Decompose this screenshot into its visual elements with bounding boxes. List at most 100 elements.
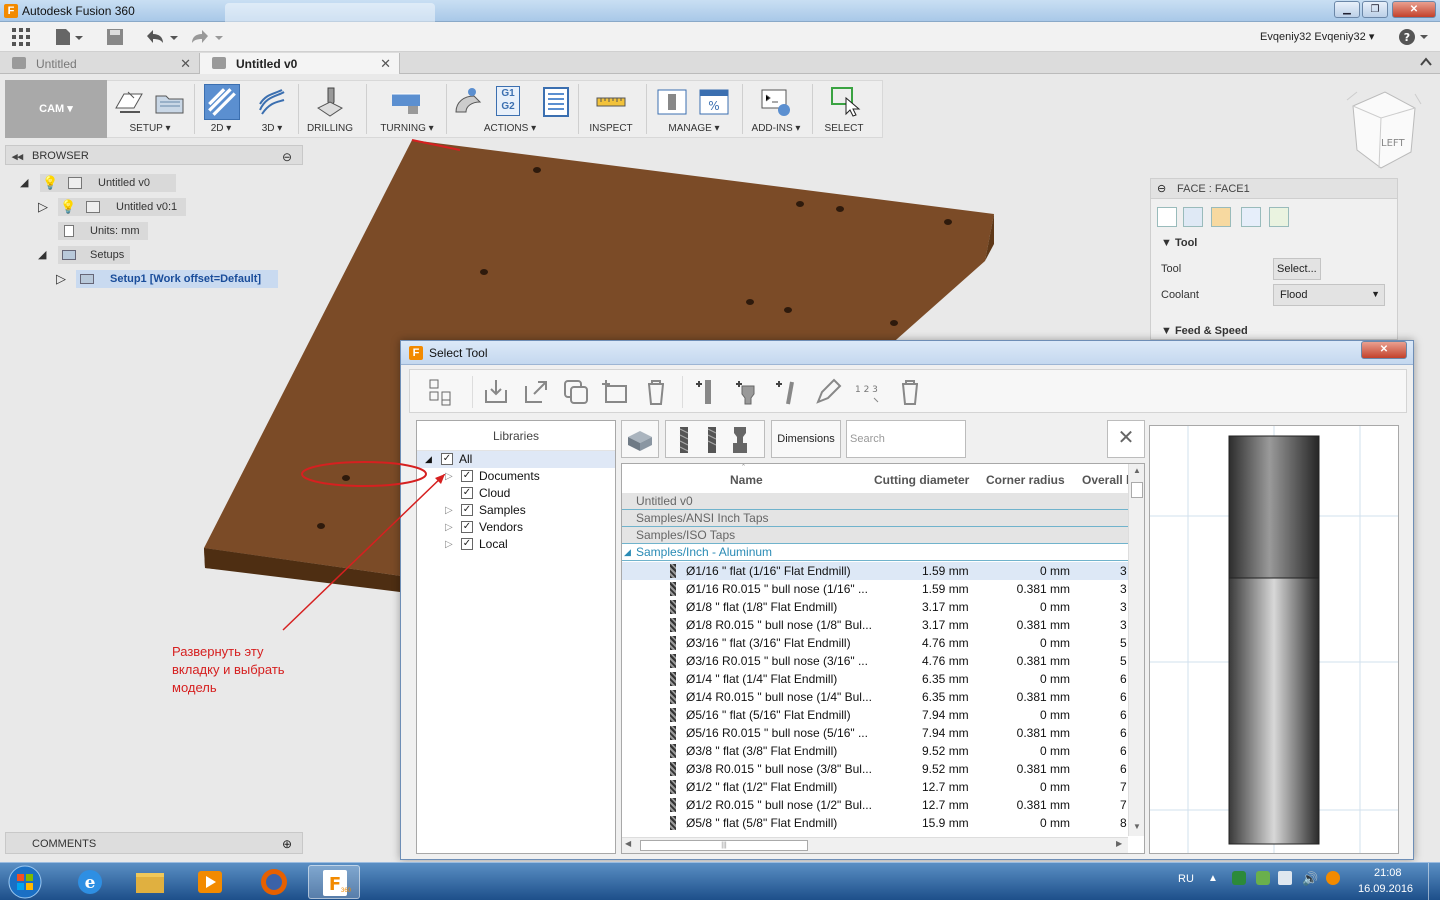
- column-header-name[interactable]: Name: [730, 464, 763, 492]
- file-menu-icon[interactable]: [55, 28, 83, 46]
- taskbar-explorer[interactable]: [124, 865, 176, 899]
- tool-select-button[interactable]: Select...: [1273, 258, 1321, 280]
- tool-search-input[interactable]: Search: [846, 420, 966, 458]
- user-account-menu[interactable]: Evqeniy32 Evqeniy32 ▾: [1260, 30, 1374, 43]
- tool-row[interactable]: Ø3/16 " flat (3/16" Flat Endmill) 4.76 mm…: [622, 634, 1128, 652]
- expand-arrow-icon[interactable]: ▷: [56, 270, 66, 288]
- lightbulb-icon[interactable]: 💡: [60, 198, 76, 216]
- tab-passes-icon[interactable]: [1241, 207, 1261, 227]
- vertical-scroll-thumb[interactable]: [1131, 482, 1143, 498]
- workspace-switcher-cam[interactable]: CAM ▾: [5, 80, 107, 138]
- column-header-cutting-diameter[interactable]: Cutting diameter: [874, 464, 969, 492]
- ribbon-group-drilling[interactable]: DRILLING: [302, 80, 358, 138]
- filter-solid-type-icon[interactable]: [621, 420, 659, 458]
- tool-row[interactable]: Ø3/8 " flat (3/8" Flat Endmill) 9.52 mm 0 …: [622, 742, 1128, 760]
- tool-row[interactable]: Ø1/4 R0.015 " bull nose (1/4" Bul... 6.35…: [622, 688, 1128, 706]
- expand-arrow-icon[interactable]: ◢: [20, 174, 28, 192]
- tab-untitled[interactable]: Untitled ✕: [0, 53, 200, 74]
- tool-row[interactable]: Ø5/16 " flat (5/16" Flat Endmill) 7.94 mm…: [622, 706, 1128, 724]
- vertical-scrollbar[interactable]: ▲ ▼: [1128, 464, 1144, 836]
- filter-dimensions-button[interactable]: Dimensions: [771, 420, 841, 458]
- ribbon-group-turning[interactable]: TURNING ▾: [372, 80, 442, 138]
- clock-time[interactable]: 21:08: [1374, 867, 1402, 879]
- horizontal-scrollbar[interactable]: ◀ ||| ▶: [622, 837, 1128, 853]
- ribbon-group-manage[interactable]: % MANAGE ▾: [650, 80, 738, 138]
- tool-row[interactable]: Ø1/2 R0.015 " bull nose (1/2" Bul... 12.7…: [622, 796, 1128, 814]
- volume-icon[interactable]: 🔊: [1302, 871, 1318, 887]
- window-close-button[interactable]: ✕: [1392, 1, 1436, 18]
- language-indicator[interactable]: RU: [1178, 873, 1194, 885]
- tool-row[interactable]: Ø5/8 " flat (5/8" Flat Endmill) 15.9 mm 0 …: [622, 814, 1128, 832]
- new-holder-icon[interactable]: [734, 378, 762, 406]
- scroll-left-icon[interactable]: ◀: [625, 839, 631, 848]
- tab-tool-icon[interactable]: [1157, 207, 1177, 227]
- tool-row[interactable]: Ø3/16 R0.015 " bull nose (3/16" ... 4.76 …: [622, 652, 1128, 670]
- tab-close-icon[interactable]: ✕: [380, 56, 391, 72]
- scroll-up-icon[interactable]: ▲: [1133, 466, 1141, 475]
- tool-row[interactable]: Ø1/4 " flat (1/4" Flat Endmill) 6.35 mm 0 …: [622, 670, 1128, 688]
- ribbon-group-2d[interactable]: 2D ▾: [200, 80, 242, 138]
- background-window-tab[interactable]: [225, 3, 435, 22]
- ribbon-group-select[interactable]: SELECT: [816, 80, 872, 138]
- tool-row[interactable]: Ø5/16 R0.015 " bull nose (5/16" ... 7.94 …: [622, 724, 1128, 742]
- lightbulb-icon[interactable]: 💡: [42, 174, 58, 192]
- tab-heights-icon[interactable]: [1211, 207, 1231, 227]
- scroll-down-icon[interactable]: ▼: [1133, 822, 1141, 831]
- ribbon-group-setup[interactable]: SETUP ▾: [110, 80, 190, 138]
- browser-collapse-icon[interactable]: ◂◂: [12, 150, 23, 163]
- delete-library-icon[interactable]: [642, 378, 670, 406]
- tool-group-inch-aluminum[interactable]: ◢ Samples/Inch - Aluminum: [622, 544, 1128, 561]
- clock-date[interactable]: 16.09.2016: [1358, 883, 1413, 895]
- section-feed-header[interactable]: ▼ Feed & Speed: [1161, 325, 1248, 337]
- tab-linking-icon[interactable]: [1269, 207, 1289, 227]
- update-tray-icon[interactable]: [1256, 871, 1270, 885]
- data-panel-grid-icon[interactable]: [12, 28, 30, 46]
- tool-row[interactable]: Ø1/2 " flat (1/2" Flat Endmill) 12.7 mm 0 …: [622, 778, 1128, 796]
- start-button-icon[interactable]: [6, 865, 44, 899]
- tool-row[interactable]: Ø1/8 " flat (1/8" Flat Endmill) 3.17 mm 0 …: [622, 598, 1128, 616]
- help-icon[interactable]: ?: [1398, 28, 1430, 46]
- collapse-panel-icon[interactable]: ⊖: [1157, 182, 1166, 195]
- new-mill-tool-icon[interactable]: [694, 378, 722, 406]
- taskbar-fusion360[interactable]: F 360: [308, 865, 360, 899]
- new-library-icon[interactable]: [602, 378, 630, 406]
- edit-tool-icon[interactable]: [814, 378, 842, 406]
- tool-row[interactable]: Ø1/16 " flat (1/16" Flat Endmill) 1.59 mm…: [622, 562, 1128, 580]
- tab-untitled-v0[interactable]: Untitled v0 ✕: [200, 53, 400, 74]
- tray-app-icon[interactable]: [1326, 871, 1340, 885]
- collapse-up-icon[interactable]: [1420, 57, 1432, 67]
- tool-group-iso-taps[interactable]: Samples/ISO Taps: [622, 527, 1128, 544]
- dialog-close-button[interactable]: ✕: [1361, 341, 1407, 359]
- taskbar-ie[interactable]: e: [64, 865, 116, 899]
- action-center-icon[interactable]: [1278, 871, 1292, 885]
- new-turning-tool-icon[interactable]: [774, 378, 802, 406]
- section-tool-header[interactable]: ▼ Tool: [1161, 237, 1197, 249]
- security-tray-icon[interactable]: [1232, 871, 1246, 885]
- clear-filter-button[interactable]: ✕: [1107, 420, 1145, 458]
- expand-arrow-icon[interactable]: ◢: [624, 544, 631, 561]
- column-header-overall-length[interactable]: Overall l: [1082, 464, 1129, 492]
- taskbar-firefox[interactable]: [248, 865, 300, 899]
- ribbon-group-3d[interactable]: 3D ▾: [252, 80, 292, 138]
- renumber-tools-icon[interactable]: 1 2 3: [854, 378, 882, 406]
- scroll-right-icon[interactable]: ▶: [1116, 839, 1122, 848]
- copy-library-icon[interactable]: [562, 378, 590, 406]
- tool-row[interactable]: Ø1/16 R0.015 " bull nose (1/16" ... 1.59 …: [622, 580, 1128, 598]
- undo-icon[interactable]: [145, 28, 179, 46]
- tool-group-untitled-v0[interactable]: Untitled v0: [622, 493, 1128, 510]
- show-desktop-button[interactable]: [1428, 863, 1440, 900]
- minimize-button[interactable]: ▁: [1334, 1, 1360, 18]
- import-icon[interactable]: [482, 378, 510, 406]
- tool-group-ansi-inch-taps[interactable]: Samples/ANSI Inch Taps: [622, 510, 1128, 527]
- show-hidden-icons[interactable]: ▲: [1208, 873, 1218, 884]
- tool-row[interactable]: Ø1/8 R0.015 " bull nose (1/8" Bul... 3.17…: [622, 616, 1128, 634]
- horizontal-scroll-thumb[interactable]: |||: [640, 840, 808, 851]
- taskbar-media-player[interactable]: [184, 865, 236, 899]
- tool-row[interactable]: Ø3/8 R0.015 " bull nose (3/8" Bul... 9.52…: [622, 760, 1128, 778]
- tab-close-icon[interactable]: ✕: [180, 56, 191, 72]
- export-icon[interactable]: [522, 378, 550, 406]
- delete-tool-icon[interactable]: [896, 378, 924, 406]
- expand-arrow-icon[interactable]: ◢: [38, 246, 46, 264]
- coolant-dropdown[interactable]: Flood ▼: [1273, 284, 1385, 306]
- ribbon-group-actions[interactable]: G1 G2 ACTIONS ▾: [450, 80, 570, 138]
